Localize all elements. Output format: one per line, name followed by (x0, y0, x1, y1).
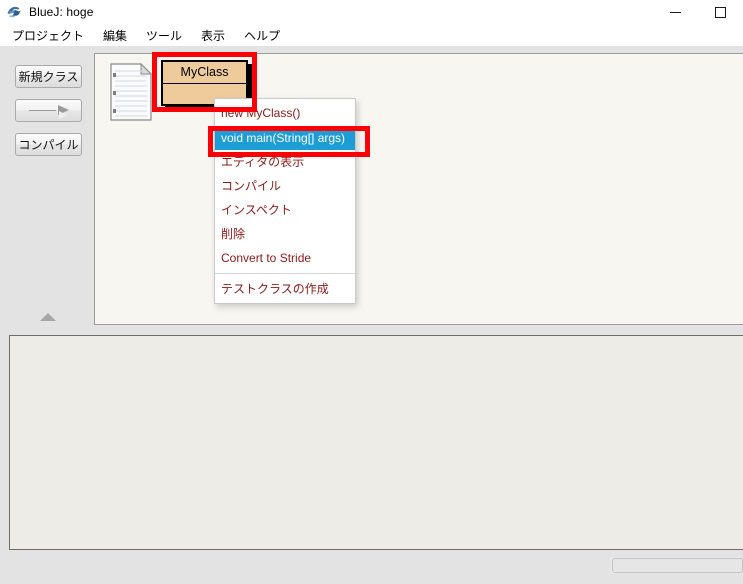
compile-label: コンパイル (18, 138, 79, 152)
menu-edit[interactable]: 編集 (103, 27, 127, 44)
compile-button[interactable]: コンパイル (15, 133, 82, 156)
menu-project[interactable]: プロジェクト (12, 27, 84, 44)
new-class-button[interactable]: 新規クラス (15, 65, 82, 88)
left-toolbar: 新規クラス コンパイル (0, 46, 94, 334)
triangle-up-icon[interactable] (40, 313, 56, 321)
maximize-button[interactable] (698, 0, 743, 24)
ctx-inspect[interactable]: インスペクト (215, 198, 355, 222)
minimize-icon (670, 11, 681, 13)
bluej-bird-icon (6, 4, 22, 20)
new-class-label: 新規クラス (18, 70, 79, 84)
document-icon[interactable] (110, 62, 154, 121)
window-titlebar: BlueJ: hoge (0, 0, 743, 24)
window-controls (653, 0, 743, 24)
ctx-compile[interactable]: コンパイル (215, 174, 355, 198)
menu-view[interactable]: 表示 (201, 27, 225, 44)
ctx-void-main[interactable]: void main(String[] args) (215, 126, 355, 150)
menubar: プロジェクト 編集 ツール 表示 ヘルプ (0, 24, 743, 46)
maximize-icon (715, 6, 726, 18)
arrow-head-inner-icon (59, 111, 68, 120)
ctx-convert-to-stride[interactable]: Convert to Stride (215, 246, 355, 270)
ctx-create-test-class[interactable]: テストクラスの作成 (215, 277, 355, 301)
ctx-new-myclass[interactable]: new MyClass() (215, 101, 355, 125)
arrow-head-icon (57, 105, 69, 120)
menu-tools[interactable]: ツール (146, 27, 182, 44)
class-box-name: MyClass (163, 62, 246, 84)
new-arrow-button[interactable] (15, 99, 82, 122)
menu-help[interactable]: ヘルプ (244, 27, 280, 44)
terminal-output-panel[interactable] (9, 335, 743, 550)
horizontal-scrollbar-thumb[interactable] (612, 558, 743, 573)
ctx-remove[interactable]: 削除 (215, 222, 355, 246)
context-menu-separator (215, 273, 355, 274)
minimize-button[interactable] (653, 0, 698, 24)
window-title: BlueJ: hoge (29, 5, 94, 19)
class-context-menu: new MyClass() void main(String[] args) エ… (214, 98, 356, 304)
ctx-open-editor[interactable]: エディタの表示 (215, 150, 355, 174)
arrow-right-icon (28, 105, 69, 120)
